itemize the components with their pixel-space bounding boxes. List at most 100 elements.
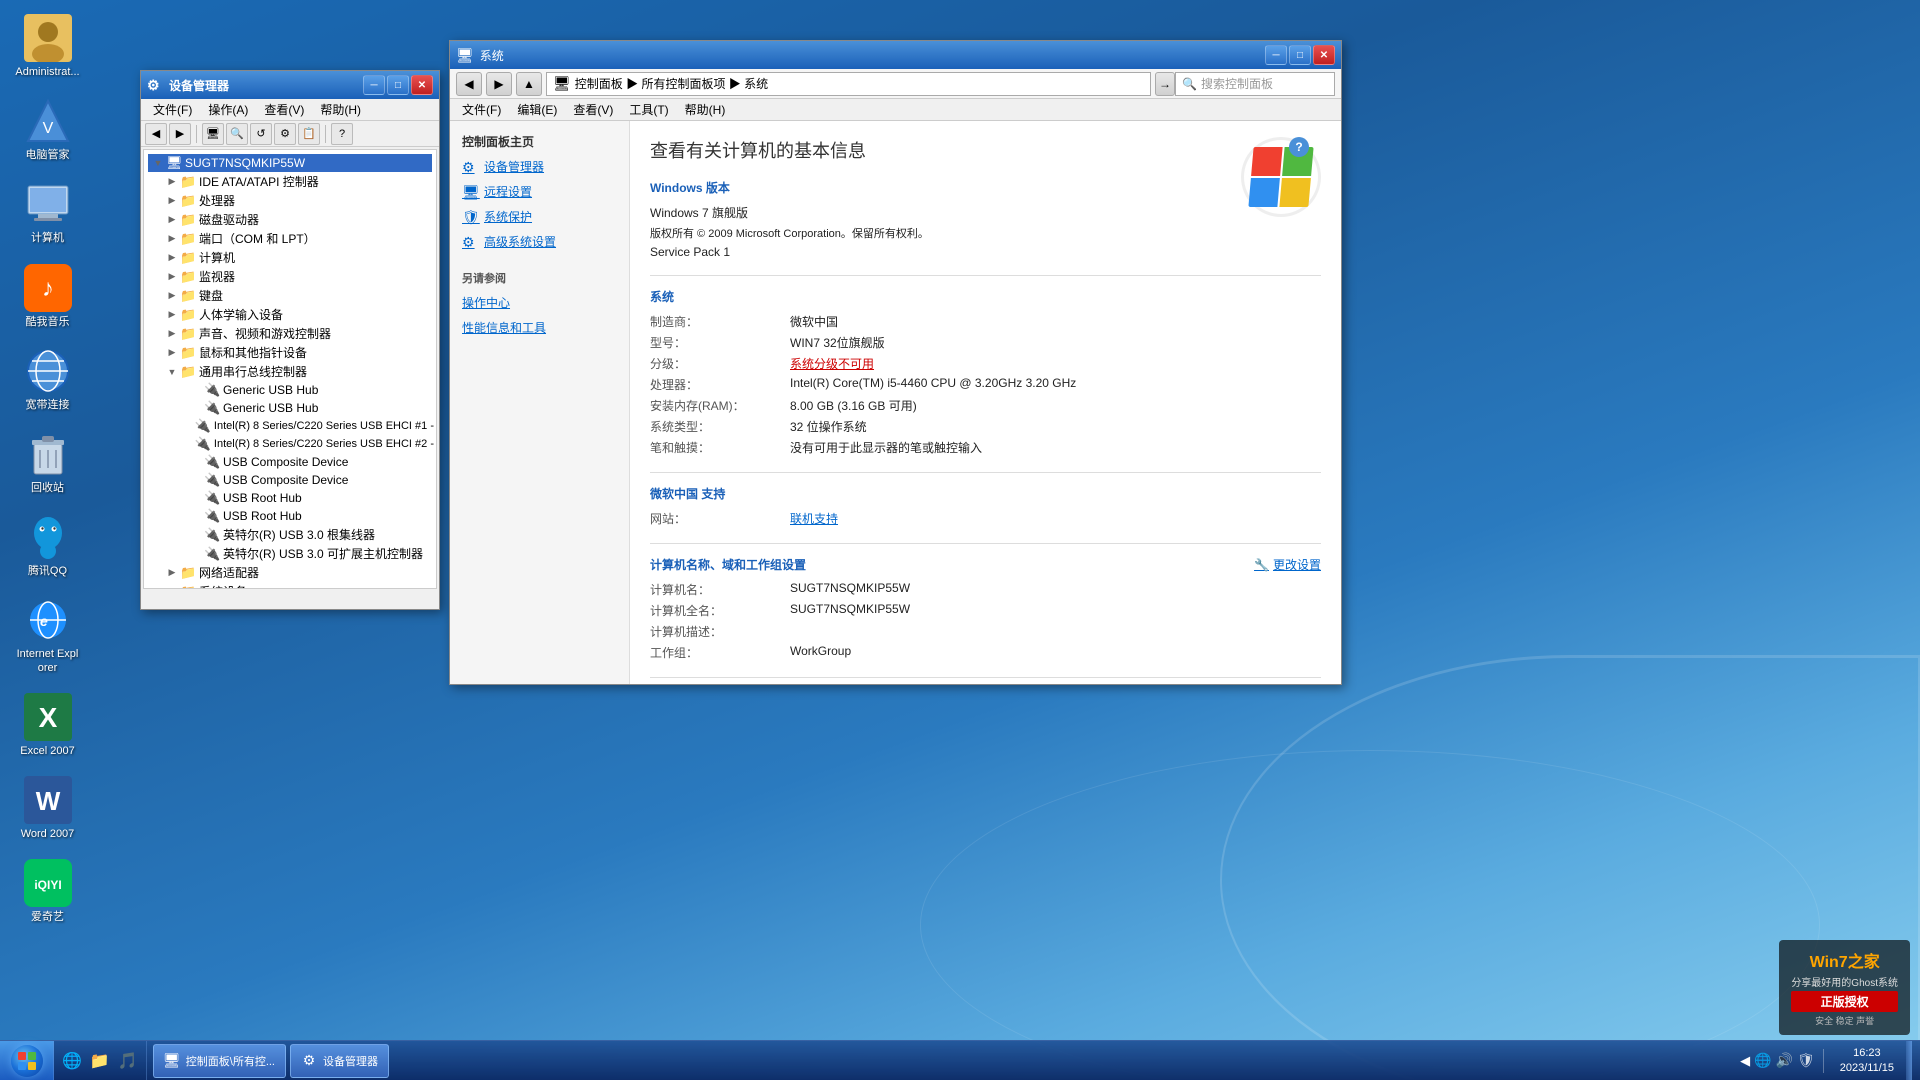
tree-expand-keyboard[interactable]: ▶ <box>164 288 180 304</box>
cp-up-btn[interactable]: ▲ <box>516 72 542 96</box>
tree-item-intel-usb30-2[interactable]: ▶ 🔌 英特尔(R) USB 3.0 可扩展主机控制器 <box>188 544 432 563</box>
device-manager-tree[interactable]: ▼ 🖥 SUGT7NSQMKIP55W ▶ 📁 IDE ATA/ATAPI 控制… <box>143 149 437 589</box>
tray-volume-icon[interactable]: 🔊 <box>1776 1052 1793 1069</box>
cp-sidebar-link-protection[interactable]: 🛡 系统保护 <box>450 204 629 229</box>
tree-expand-usb[interactable]: ▼ <box>164 364 180 380</box>
tree-item-usb-composite-1[interactable]: ▶ 🔌 USB Composite Device <box>188 453 432 471</box>
toolbar-btn-3[interactable]: ↺ <box>250 123 272 145</box>
cp-website-value[interactable]: 联机支持 <box>790 510 838 527</box>
tree-item-cpu[interactable]: ▶ 📁 处理器 <box>164 191 432 210</box>
tree-item-ide[interactable]: ▶ 📁 IDE ATA/ATAPI 控制器 <box>164 172 432 191</box>
cp-menu-file[interactable]: 文件(F) <box>454 99 509 121</box>
cp-rating-value[interactable]: 系统分级不可用 <box>790 355 874 372</box>
tree-item-intel-usb30-1[interactable]: ▶ 🔌 英特尔(R) USB 3.0 根集线器 <box>188 525 432 544</box>
tree-item-system[interactable]: ▶ 📁 系统设备 <box>164 582 432 589</box>
taskbar-item-control-panel[interactable]: 🖥 控制面板\所有控... <box>153 1044 286 1078</box>
taskbar-clock[interactable]: 16:23 2023/11/15 <box>1832 1046 1902 1075</box>
cp-back-btn[interactable]: ◀ <box>456 72 482 96</box>
tree-expand-ide[interactable]: ▶ <box>164 174 180 190</box>
device-manager-close-btn[interactable]: ✕ <box>411 75 433 95</box>
desktop-icon-word[interactable]: W Word 2007 <box>10 772 85 845</box>
desktop-icon-network[interactable]: 宽带连接 <box>10 343 85 416</box>
cp-sidebar-link-performance[interactable]: 性能信息和工具 <box>450 315 629 340</box>
cp-sidebar-link-advanced[interactable]: ⚙ 高级系统设置 <box>450 229 629 254</box>
tree-expand-mouse[interactable]: ▶ <box>164 345 180 361</box>
taskbar-item-device-manager[interactable]: ⚙ 设备管理器 <box>290 1044 389 1078</box>
desktop-icon-trash[interactable]: 回收站 <box>10 426 85 499</box>
taskbar-media-quick[interactable]: 🎵 <box>114 1051 142 1071</box>
control-panel-titlebar[interactable]: 🖥 系统 ─ □ ✕ <box>450 41 1341 69</box>
toolbar-btn-1[interactable]: 🖥 <box>202 123 224 145</box>
cp-menu-tools[interactable]: 工具(T) <box>621 99 676 121</box>
device-manager-menu-action[interactable]: 操作(A) <box>200 99 256 121</box>
desktop-icon-excel[interactable]: X Excel 2007 <box>10 689 85 762</box>
tree-item-generic-hub-2[interactable]: ▶ 🔌 Generic USB Hub <box>188 399 432 417</box>
device-manager-menu-help[interactable]: 帮助(H) <box>312 99 369 121</box>
tree-expand-hid[interactable]: ▶ <box>164 307 180 323</box>
tree-expand-monitor[interactable]: ▶ <box>164 269 180 285</box>
desktop-icon-iqiyi[interactable]: iQIYI 爱奇艺 <box>10 855 85 928</box>
cp-help-btn[interactable]: ? <box>1289 137 1309 157</box>
cp-close-btn[interactable]: ✕ <box>1313 45 1335 65</box>
device-manager-restore-btn[interactable]: □ <box>387 75 409 95</box>
tree-expand-system[interactable]: ▶ <box>164 584 180 590</box>
tree-item-usb-root-2[interactable]: ▶ 🔌 USB Root Hub <box>188 507 432 525</box>
tree-expand-cpu[interactable]: ▶ <box>164 193 180 209</box>
desktop-icon-qq[interactable]: 腾讯QQ <box>10 509 85 582</box>
tree-item-generic-hub-1[interactable]: ▶ 🔌 Generic USB Hub <box>188 381 432 399</box>
tray-hide-btn[interactable]: ◀ <box>1740 1053 1750 1069</box>
tree-item-computer[interactable]: ▶ 📁 计算机 <box>164 248 432 267</box>
device-manager-titlebar[interactable]: ⚙ 设备管理器 ─ □ ✕ <box>141 71 439 99</box>
cp-sidebar-link-remote[interactable]: 🖥 远程设置 <box>450 179 629 204</box>
toolbar-btn-5[interactable]: 📋 <box>298 123 320 145</box>
device-manager-minimize-btn[interactable]: ─ <box>363 75 385 95</box>
cp-change-settings-link[interactable]: 🔧 更改设置 <box>1254 556 1321 573</box>
cp-address-box[interactable]: 🖥 控制面板 ▶ 所有控制面板项 ▶ 系统 <box>546 72 1151 96</box>
tree-expand-network[interactable]: ▶ <box>164 565 180 581</box>
tree-expand-ports[interactable]: ▶ <box>164 231 180 247</box>
taskbar-ie-quick[interactable]: 🌐 <box>58 1051 86 1071</box>
desktop-icon-kuwomusic[interactable]: ♪ 酷我音乐 <box>10 260 85 333</box>
cp-sidebar-link-action-center[interactable]: 操作中心 <box>450 290 629 315</box>
cp-menu-help[interactable]: 帮助(H) <box>677 99 734 121</box>
tree-item-intel-ehci1[interactable]: ▶ 🔌 Intel(R) 8 Series/C220 Series USB EH… <box>188 417 432 435</box>
desktop-icon-administrator[interactable]: Administrat... <box>10 10 85 83</box>
taskbar-start-btn[interactable] <box>0 1041 54 1080</box>
cp-restore-btn[interactable]: □ <box>1289 45 1311 65</box>
tree-expand-root[interactable]: ▼ <box>150 155 166 171</box>
cp-search-box[interactable]: 🔍 搜索控制面板 <box>1175 72 1335 96</box>
tree-item-usb[interactable]: ▼ 📁 通用串行总线控制器 <box>164 362 432 381</box>
cp-sidebar-link-device-manager[interactable]: ⚙ 设备管理器 <box>450 154 629 179</box>
tree-item-keyboard[interactable]: ▶ 📁 键盘 <box>164 286 432 305</box>
tree-item-usb-root-1[interactable]: ▶ 🔌 USB Root Hub <box>188 489 432 507</box>
tree-item-monitor[interactable]: ▶ 📁 监视器 <box>164 267 432 286</box>
tree-item-hid[interactable]: ▶ 📁 人体学输入设备 <box>164 305 432 324</box>
toolbar-btn-4[interactable]: ⚙ <box>274 123 296 145</box>
tree-item-mouse[interactable]: ▶ 📁 鼠标和其他指针设备 <box>164 343 432 362</box>
cp-forward-btn[interactable]: ▶ <box>486 72 512 96</box>
desktop-icon-diannaogj[interactable]: V 电脑管家 <box>10 93 85 166</box>
tree-item-audio[interactable]: ▶ 📁 声音、视频和游戏控制器 <box>164 324 432 343</box>
tree-expand-disk[interactable]: ▶ <box>164 212 180 228</box>
toolbar-btn-help[interactable]: ? <box>331 123 353 145</box>
tray-network-icon[interactable]: 🌐 <box>1754 1052 1771 1069</box>
cp-search-go-btn[interactable]: → <box>1155 72 1175 96</box>
tree-item-ports[interactable]: ▶ 📁 端口（COM 和 LPT） <box>164 229 432 248</box>
tree-item-intel-ehci2[interactable]: ▶ 🔌 Intel(R) 8 Series/C220 Series USB EH… <box>188 435 432 453</box>
toolbar-btn-2[interactable]: 🔍 <box>226 123 248 145</box>
tree-item-network[interactable]: ▶ 📁 网络适配器 <box>164 563 432 582</box>
tree-item-usb-composite-2[interactable]: ▶ 🔌 USB Composite Device <box>188 471 432 489</box>
tree-expand-audio[interactable]: ▶ <box>164 326 180 342</box>
cp-minimize-btn[interactable]: ─ <box>1265 45 1287 65</box>
device-manager-menu-file[interactable]: 文件(F) <box>145 99 200 121</box>
device-manager-menu-view[interactable]: 查看(V) <box>256 99 312 121</box>
toolbar-btn-back[interactable]: ◀ <box>145 123 167 145</box>
taskbar-explorer-quick[interactable]: 📁 <box>86 1051 114 1071</box>
tree-root-node[interactable]: ▼ 🖥 SUGT7NSQMKIP55W <box>148 154 432 172</box>
toolbar-btn-forward[interactable]: ▶ <box>169 123 191 145</box>
tray-security-icon[interactable]: 🛡 <box>1797 1052 1815 1069</box>
cp-menu-view[interactable]: 查看(V) <box>565 99 621 121</box>
tree-item-disk[interactable]: ▶ 📁 磁盘驱动器 <box>164 210 432 229</box>
desktop-icon-ie[interactable]: e Internet Explorer <box>10 592 85 678</box>
tree-expand-computer[interactable]: ▶ <box>164 250 180 266</box>
